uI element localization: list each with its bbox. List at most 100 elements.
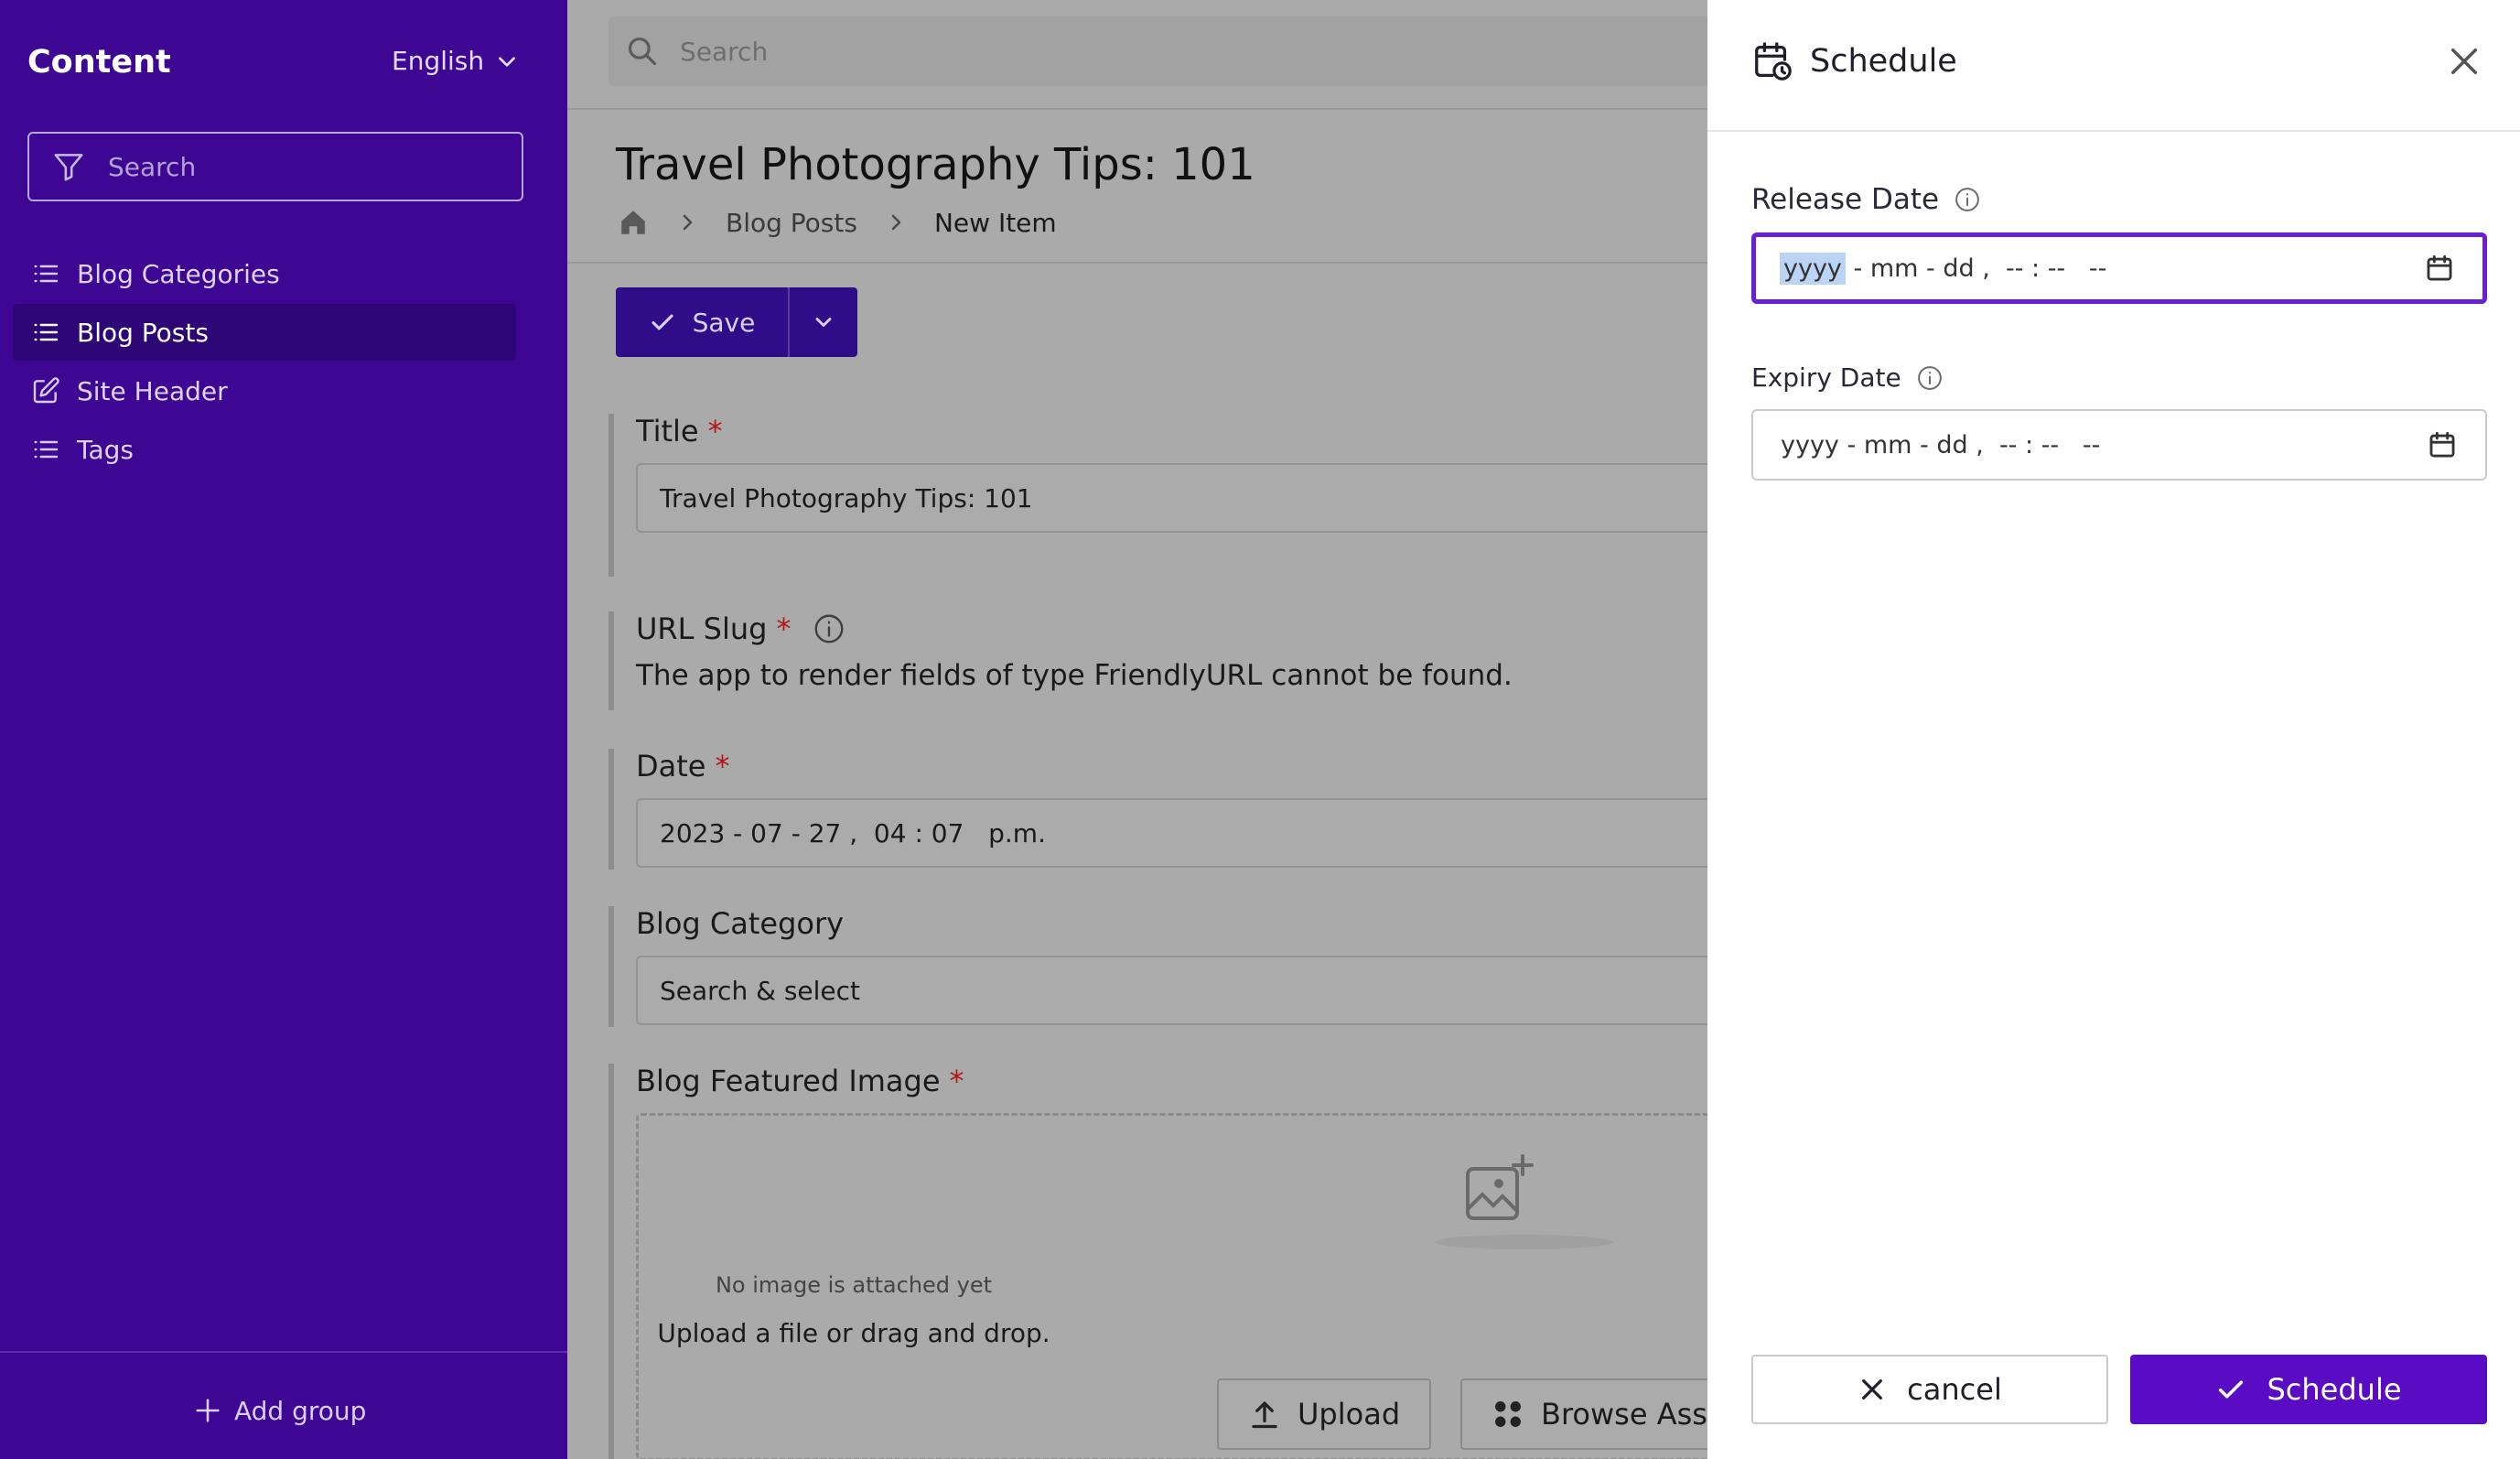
sidebar-item-blog-posts[interactable]: Blog Posts: [13, 304, 516, 361]
upload-icon: [1252, 1401, 1277, 1429]
check-icon: [652, 314, 673, 330]
breadcrumb-blog-posts[interactable]: Blog Posts: [726, 208, 857, 238]
sidebar-title: Content: [27, 44, 171, 81]
chevron-down-icon: [499, 56, 516, 67]
save-label: Save: [692, 307, 756, 338]
save-button-group: Save: [616, 287, 857, 357]
page-title: Travel Photography Tips: 101: [616, 139, 1255, 190]
title-field-label-row: Title *: [636, 414, 1707, 449]
info-icon[interactable]: [1916, 364, 1944, 392]
schedule-panel-title: Schedule: [1751, 40, 1957, 82]
title-field: Title * Travel Photography Tips: 101: [608, 414, 1707, 577]
upload-button[interactable]: Upload: [1217, 1378, 1432, 1450]
sidebar-item-tags[interactable]: Tags: [13, 421, 516, 478]
cancel-label: cancel: [1907, 1372, 2002, 1407]
chevron-right-icon: [891, 214, 901, 231]
title-label: Title: [636, 414, 699, 449]
sidebar-search-placeholder: Search: [108, 151, 197, 182]
release-date-input[interactable]: yyyy - mm - dd , -- : -- --: [1751, 232, 2487, 304]
home-icon[interactable]: [618, 207, 649, 238]
browse-assets-button[interactable]: Browse Ass: [1460, 1378, 1707, 1450]
blog-category-select[interactable]: Search & select: [636, 956, 1707, 1025]
language-selector[interactable]: English: [392, 46, 519, 76]
required-marker: *: [707, 414, 723, 449]
sidebar-item-blog-categories[interactable]: Blog Categories: [13, 245, 516, 302]
filter-icon: [54, 154, 83, 181]
title-input[interactable]: Travel Photography Tips: 101: [636, 463, 1707, 533]
schedule-panel: Schedule Release Date yyyy - mm - dd , -…: [1707, 0, 2520, 1459]
list-icon: [34, 323, 59, 341]
date-field: Date * 2023 - 07 - 27 , 04 : 07 p.m.: [608, 749, 1707, 870]
calendar-icon[interactable]: [2424, 253, 2455, 284]
no-image-text: No image is attached yet: [715, 1272, 993, 1298]
date-label: Date: [636, 749, 706, 784]
add-group-label: Add group: [234, 1395, 367, 1426]
info-icon[interactable]: [1954, 186, 1981, 213]
add-image-icon: [1466, 1154, 1534, 1220]
browse-assets-label: Browse Ass: [1541, 1397, 1707, 1432]
close-icon[interactable]: [2445, 42, 2483, 81]
search-icon: [628, 37, 657, 66]
sidebar-item-label: Blog Posts: [77, 317, 209, 348]
date-input[interactable]: 2023 - 07 - 27 , 04 : 07 p.m.: [636, 798, 1707, 868]
sidebar-search-input[interactable]: Search: [27, 132, 523, 201]
release-date-field: Release Date yyyy - mm - dd , -- : -- --: [1751, 183, 2487, 304]
required-marker: *: [715, 749, 730, 784]
main-content: Search Travel Photography Tips: 101 Blog…: [567, 0, 1707, 1459]
cancel-button[interactable]: cancel: [1751, 1355, 2108, 1424]
sidebar-nav: Blog Categories Blog Posts Site Header T…: [13, 245, 516, 480]
date-rest-placeholder: - mm - dd , -- : -- --: [1845, 254, 2107, 283]
expiry-date-field: Expiry Date yyyy - mm - dd , -- : -- --: [1751, 362, 2487, 481]
blog-category-label-row: Blog Category: [636, 906, 1707, 941]
expiry-date-input[interactable]: yyyy - mm - dd , -- : -- --: [1751, 409, 2487, 481]
release-date-label-row: Release Date: [1751, 183, 2487, 216]
global-search-placeholder: Search: [680, 36, 769, 67]
grid-icon: [1495, 1401, 1521, 1427]
expiry-date-label: Expiry Date: [1751, 362, 1901, 393]
sidebar-item-label: Site Header: [77, 375, 228, 406]
url-slug-label-row: URL Slug *: [636, 611, 1707, 646]
schedule-button[interactable]: Schedule: [2130, 1355, 2487, 1424]
chevron-down-icon: [815, 318, 832, 327]
breadcrumb-divider: [567, 262, 1707, 264]
breadcrumb-current: New Item: [933, 207, 1057, 238]
upload-hint: Upload a file or drag and drop.: [657, 1318, 1050, 1348]
release-date-label: Release Date: [1751, 183, 1940, 216]
add-group-button[interactable]: Add group: [192, 1395, 366, 1426]
schedule-title-label: Schedule: [1810, 43, 1957, 80]
sidebar-item-label: Blog Categories: [77, 258, 280, 289]
date-label-row: Date *: [636, 749, 1707, 784]
featured-image-label-row: Blog Featured Image *: [636, 1064, 1707, 1098]
edit-icon: [33, 377, 59, 404]
list-icon: [34, 440, 59, 459]
upload-label: Upload: [1298, 1397, 1401, 1432]
schedule-label: Schedule: [2267, 1372, 2402, 1407]
blog-category-label: Blog Category: [636, 906, 845, 941]
sidebar-divider: [0, 1351, 567, 1353]
image-placeholder-shadow: [1435, 1235, 1612, 1249]
info-icon[interactable]: [813, 612, 845, 645]
sidebar: Content English Search Blog Categories B…: [0, 0, 567, 1459]
plus-icon: [196, 1399, 220, 1422]
close-icon: [1862, 1379, 1883, 1400]
global-search-input[interactable]: Search: [608, 16, 1707, 86]
calendar-clock-icon: [1755, 42, 1792, 81]
save-options-button[interactable]: [790, 287, 857, 357]
calendar-icon[interactable]: [2427, 429, 2458, 460]
expiry-date-label-row: Expiry Date: [1751, 362, 2487, 393]
chevron-right-icon: [683, 214, 693, 231]
blog-category-field: Blog Category Search & select: [608, 906, 1707, 1027]
featured-image-label: Blog Featured Image: [636, 1064, 941, 1098]
breadcrumb: Blog Posts New Item: [618, 207, 1057, 238]
url-slug-field: URL Slug * The app to render fields of t…: [608, 611, 1707, 710]
header-divider: [567, 108, 1707, 110]
expiry-date-placeholder: yyyy - mm - dd , -- : -- --: [1781, 430, 2101, 459]
sidebar-item-label: Tags: [77, 434, 134, 465]
check-icon: [2219, 1380, 2244, 1399]
sidebar-item-site-header[interactable]: Site Header: [13, 362, 516, 419]
url-slug-label: URL Slug: [636, 611, 768, 646]
required-marker: *: [949, 1064, 964, 1098]
year-segment[interactable]: yyyy: [1780, 252, 1846, 285]
schedule-panel-header: Schedule: [1707, 0, 2520, 132]
save-button[interactable]: Save: [616, 287, 790, 357]
